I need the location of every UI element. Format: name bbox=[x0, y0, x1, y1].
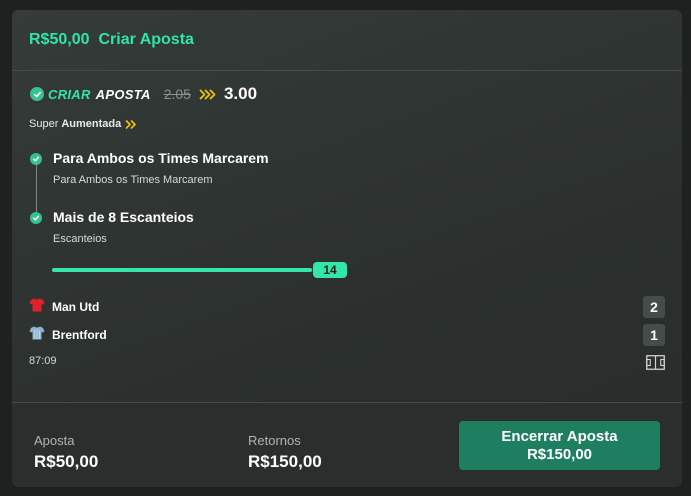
bet-card: R$50,00 Criar Aposta CRIAR APOSTA 2.05 3… bbox=[12, 10, 682, 487]
super-boost-row: Super Aumentada bbox=[29, 118, 137, 130]
corners-slider-track[interactable] bbox=[52, 268, 332, 272]
team-name: Brentford bbox=[52, 328, 107, 342]
team-row-home: Man Utd 2 bbox=[29, 296, 665, 318]
bet-builder-label-bet: APOSTA bbox=[95, 86, 151, 102]
stake-value: R$50,00 bbox=[34, 452, 99, 471]
pitch-icon[interactable] bbox=[646, 355, 665, 375]
corners-slider-fill bbox=[52, 268, 313, 272]
match-clock: 87:09 bbox=[29, 355, 57, 367]
returns-label: Retornos bbox=[248, 433, 301, 448]
check-circle-icon bbox=[30, 87, 44, 101]
header-amount: R$50,00 bbox=[29, 31, 90, 48]
selection-market: Escanteios bbox=[53, 233, 107, 245]
team-score: 2 bbox=[643, 296, 665, 318]
corners-slider-thumb[interactable]: 14 bbox=[313, 262, 347, 278]
selection-market: Para Ambos os Times Marcarem bbox=[53, 174, 213, 186]
jersey-icon bbox=[29, 325, 45, 346]
check-circle-icon bbox=[30, 212, 42, 224]
cash-out-value: R$150,00 bbox=[526, 445, 593, 463]
header-title: Criar Aposta bbox=[98, 31, 194, 48]
double-chevron-icon bbox=[125, 119, 137, 129]
team-name: Man Utd bbox=[52, 300, 100, 314]
selection-title: Para Ambos os Times Marcarem bbox=[53, 150, 269, 166]
team-score: 1 bbox=[643, 324, 665, 346]
returns-value: R$150,00 bbox=[248, 452, 322, 471]
selection-title: Mais de 8 Escanteios bbox=[53, 209, 194, 225]
cash-out-label: Encerrar Aposta bbox=[501, 427, 618, 445]
bet-footer: Aposta R$50,00 Retornos R$150,00 Encerra… bbox=[12, 402, 682, 487]
super-boost-prefix: Super bbox=[29, 118, 59, 130]
stake-label: Aposta bbox=[34, 433, 75, 448]
double-chevron-icon bbox=[199, 89, 216, 100]
new-odds: 3.00 bbox=[223, 84, 258, 103]
super-boost-label: Aumentada bbox=[61, 118, 122, 130]
check-circle-icon bbox=[30, 153, 42, 165]
selection-connector-line bbox=[36, 162, 37, 214]
jersey-icon bbox=[29, 297, 45, 318]
bet-builder-label-create: CRIAR bbox=[48, 86, 91, 102]
cash-out-button[interactable]: Encerrar Aposta R$150,00 bbox=[459, 421, 660, 470]
team-row-away: Brentford 1 bbox=[29, 324, 665, 346]
bet-type-row: CRIAR APOSTA 2.05 3.00 bbox=[30, 84, 257, 104]
card-header[interactable]: R$50,00 Criar Aposta bbox=[12, 10, 682, 71]
old-odds: 2.05 bbox=[163, 86, 191, 102]
